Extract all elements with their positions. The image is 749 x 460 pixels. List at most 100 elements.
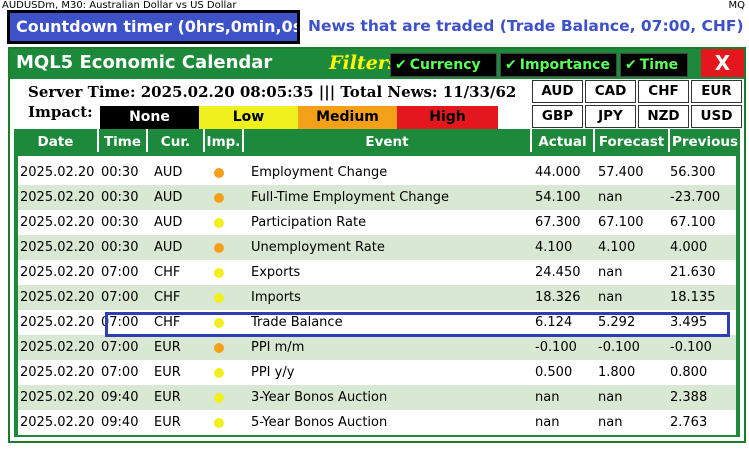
check-icon: ✔ (625, 57, 637, 73)
cell-forecast: nan (598, 415, 623, 430)
cell-date: 2025.02.20 (20, 265, 95, 280)
cell-forecast: -0.100 (598, 340, 640, 355)
filter-currency-button[interactable]: ✔ Currency (390, 53, 497, 77)
currency-cad-button[interactable]: CAD (585, 80, 636, 103)
cell-currency: AUD (154, 165, 183, 180)
cell-previous: -23.700 (670, 190, 721, 205)
cell-currency: CHF (154, 265, 181, 280)
filter-importance-label: Importance (519, 57, 610, 73)
table-row: 2025.02.20 09:40 EUR 5-Year Bonos Auction na… (18, 410, 736, 435)
cell-previous: 56.300 (670, 165, 716, 180)
table-row: 2025.02.20 07:00 EUR PPI y/y 0.500 1.800 0.800 (18, 360, 736, 385)
importance-dot-icon (214, 393, 224, 403)
impact-medium-button[interactable]: Medium (298, 106, 397, 129)
cell-time: 07:00 (101, 290, 139, 305)
cell-previous: 2.388 (670, 390, 708, 405)
cell-previous: 4.000 (670, 240, 708, 255)
cell-time: 00:30 (101, 190, 139, 205)
cell-previous: 0.800 (670, 365, 708, 380)
cell-date: 2025.02.20 (20, 390, 95, 405)
currency-eur-button[interactable]: EUR (691, 80, 742, 103)
importance-dot-icon (214, 293, 224, 303)
close-button[interactable]: X (701, 49, 744, 77)
cell-date: 2025.02.20 (20, 340, 95, 355)
cell-currency: EUR (154, 365, 181, 380)
importance-dot-icon (214, 168, 224, 178)
currency-aud-button[interactable]: AUD (532, 80, 583, 103)
news-traded-label: News that are traded (Trade Balance, 07:… (308, 17, 744, 35)
cell-actual: -0.100 (535, 340, 577, 355)
cell-previous: 3.495 (670, 315, 708, 330)
cell-forecast: 4.100 (598, 240, 636, 255)
cell-previous: 21.630 (670, 265, 716, 280)
impact-high-button[interactable]: High (397, 106, 498, 129)
cell-time: 07:00 (101, 365, 139, 380)
currency-usd-button[interactable]: USD (691, 105, 742, 128)
cell-currency: AUD (154, 190, 183, 205)
corner-label: MQ (728, 0, 746, 11)
cell-date: 2025.02.20 (20, 415, 95, 430)
cell-forecast: nan (598, 290, 623, 305)
cell-event: Imports (251, 290, 301, 305)
cell-previous: 18.135 (670, 290, 716, 305)
cell-event: Participation Rate (251, 215, 367, 230)
cell-currency: EUR (154, 340, 181, 355)
currency-chf-button[interactable]: CHF (638, 80, 689, 103)
cell-time: 00:30 (101, 215, 139, 230)
cell-event: 3-Year Bonos Auction (251, 390, 388, 405)
cell-forecast: nan (598, 190, 623, 205)
cell-date: 2025.02.20 (20, 290, 95, 305)
currency-jpy-button[interactable]: JPY (585, 105, 636, 128)
table-row: 2025.02.20 07:00 EUR PPI m/m -0.100 -0.100 -0.… (18, 335, 736, 360)
cell-actual: nan (535, 415, 560, 430)
cell-actual: 6.124 (535, 315, 573, 330)
cell-date: 2025.02.20 (20, 315, 95, 330)
cell-date: 2025.02.20 (20, 190, 95, 205)
impact-low-button[interactable]: Low (199, 106, 298, 129)
importance-dot-icon (214, 218, 224, 228)
cell-time: 09:40 (101, 390, 139, 405)
server-time: Server Time: 2025.02.20 08:05:35 ||| Tot… (28, 83, 517, 101)
cell-event: PPI m/m (251, 340, 305, 355)
table-row: 2025.02.20 00:30 AUD Employment Change 44.00… (18, 160, 736, 185)
filter-currency-label: Currency (409, 57, 481, 73)
cell-forecast: 57.400 (598, 165, 644, 180)
cell-date: 2025.02.20 (20, 215, 95, 230)
filter-time-label: Time (639, 57, 679, 73)
filter-time-button[interactable]: ✔ Time (620, 53, 688, 77)
table-row: 2025.02.20 07:00 CHF Trade Balance 6.124 5.29… (18, 310, 736, 335)
cell-actual: 67.300 (535, 215, 581, 230)
currency-nzd-button[interactable]: NZD (638, 105, 689, 128)
importance-dot-icon (214, 318, 224, 328)
cell-currency: EUR (154, 415, 181, 430)
countdown-timer: Countdown timer (0hrs,0min,0sec) (7, 10, 300, 44)
cell-actual: 44.000 (535, 165, 581, 180)
cell-currency: AUD (154, 240, 183, 255)
cell-forecast: nan (598, 265, 623, 280)
importance-dot-icon (214, 343, 224, 353)
cell-currency: EUR (154, 390, 181, 405)
cell-time: 07:00 (101, 340, 139, 355)
impact-none-button[interactable]: None (100, 106, 199, 129)
cell-actual: 0.500 (535, 365, 573, 380)
table-row: 2025.02.20 00:30 AUD Unemployment Rate 4.100… (18, 235, 736, 260)
calendar-panel: MQL5 Economic Calendar Filters: ✔ Currenc… (8, 47, 746, 443)
table-row: 2025.02.20 07:00 CHF Imports 18.326 nan 18.135 (18, 285, 736, 310)
cell-event: PPI y/y (251, 365, 295, 380)
currency-gbp-button[interactable]: GBP (532, 105, 583, 128)
cell-actual: nan (535, 390, 560, 405)
cell-forecast: 67.100 (598, 215, 644, 230)
cell-event: Employment Change (251, 165, 388, 180)
cell-event: Exports (251, 265, 301, 280)
cell-actual: 24.450 (535, 265, 581, 280)
table-row: 2025.02.20 00:30 AUD Full-Time Employment C… (18, 185, 736, 210)
importance-dot-icon (214, 193, 224, 203)
cell-date: 2025.02.20 (20, 165, 95, 180)
cell-time: 07:00 (101, 315, 139, 330)
cell-forecast: nan (598, 390, 623, 405)
cell-currency: CHF (154, 290, 181, 305)
cell-date: 2025.02.20 (20, 365, 95, 380)
filter-importance-button[interactable]: ✔ Importance (500, 53, 617, 77)
panel-header: MQL5 Economic Calendar Filters: ✔ Currenc… (10, 49, 744, 79)
cell-time: 00:30 (101, 165, 139, 180)
